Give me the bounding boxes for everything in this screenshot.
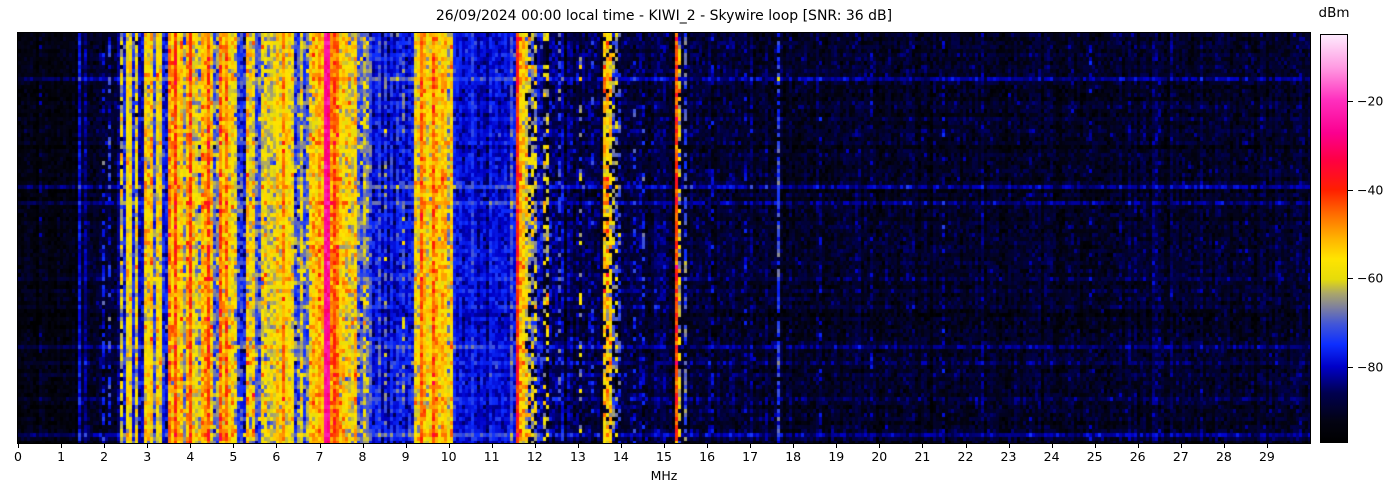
x-tick <box>1094 444 1096 448</box>
x-tick <box>707 444 709 448</box>
x-tick-label: 9 <box>401 449 410 464</box>
x-tick-label: 6 <box>272 449 281 464</box>
x-tick <box>922 444 924 448</box>
x-tick-label: 17 <box>742 449 759 464</box>
x-tick-label: 22 <box>957 449 974 464</box>
x-tick <box>534 444 536 448</box>
x-tick-label: 26 <box>1129 449 1146 464</box>
x-tick-label: 13 <box>569 449 586 464</box>
x-tick <box>1266 444 1268 448</box>
x-tick <box>233 444 235 448</box>
colorbar-tick <box>1348 101 1353 103</box>
x-tick <box>577 444 579 448</box>
x-tick <box>448 444 450 448</box>
x-tick <box>879 444 881 448</box>
colorbar-tick-label: −80 <box>1357 359 1384 375</box>
x-tick <box>1180 444 1182 448</box>
x-tick-label: 16 <box>699 449 716 464</box>
x-tick <box>1008 444 1010 448</box>
x-tick-label: 0 <box>14 449 22 464</box>
x-tick-label: 15 <box>656 449 672 464</box>
colorbar-label: dBm <box>1318 5 1350 21</box>
x-tick-label: 20 <box>871 449 888 464</box>
colorbar-tick <box>1348 278 1353 280</box>
x-tick-label: 28 <box>1215 449 1232 464</box>
x-tick <box>1051 444 1053 448</box>
x-tick <box>362 444 364 448</box>
x-tick <box>1223 444 1225 448</box>
x-tick <box>18 444 19 448</box>
x-tick <box>319 444 321 448</box>
x-tick <box>405 444 407 448</box>
x-tick-label: 27 <box>1172 449 1189 464</box>
x-tick-label: 4 <box>186 449 195 464</box>
colorbar-tick <box>1348 366 1353 368</box>
x-tick-label: 5 <box>229 449 238 464</box>
x-tick <box>793 444 795 448</box>
x-tick-label: 11 <box>483 449 500 464</box>
colorbar-tick-label: −20 <box>1357 93 1384 109</box>
x-tick-label: 3 <box>143 449 152 464</box>
x-axis-label: MHz <box>650 468 678 483</box>
x-tick <box>61 444 63 448</box>
x-tick-label: 25 <box>1086 449 1103 464</box>
x-tick-label: 10 <box>440 449 457 464</box>
x-tick <box>750 444 752 448</box>
x-tick-label: 18 <box>785 449 802 464</box>
x-tick <box>836 444 838 448</box>
x-tick <box>1137 444 1139 448</box>
x-tick-label: 1 <box>57 449 66 464</box>
x-tick-label: 21 <box>914 449 931 464</box>
x-tick-label: 14 <box>612 449 629 464</box>
x-tick-label: 12 <box>526 449 543 464</box>
x-tick <box>664 444 665 448</box>
x-tick-label: 7 <box>315 449 324 464</box>
chart-title: 26/09/2024 00:00 local time - KIWI_2 - S… <box>435 8 893 24</box>
colorbar-tick-label: −40 <box>1357 182 1384 198</box>
x-tick-label: 2 <box>100 449 109 464</box>
x-tick <box>190 444 192 448</box>
x-tick <box>965 444 967 448</box>
x-tick <box>104 444 106 448</box>
x-tick-label: 19 <box>828 449 845 464</box>
x-tick-label: 8 <box>358 449 367 464</box>
x-tick <box>491 444 493 448</box>
x-tick <box>276 444 278 448</box>
x-tick <box>620 444 622 448</box>
x-tick-label: 29 <box>1258 449 1275 464</box>
colorbar-tick <box>1348 189 1353 191</box>
colorbar <box>1320 34 1348 443</box>
x-tick-label: 24 <box>1043 449 1060 464</box>
spectrogram-figure: 26/09/2024 00:00 local time - KIWI_2 - S… <box>0 0 1400 500</box>
waterfall-heatmap <box>17 32 1311 444</box>
x-tick <box>147 444 149 448</box>
colorbar-tick-label: −60 <box>1357 270 1384 286</box>
x-tick-label: 23 <box>1000 449 1017 464</box>
